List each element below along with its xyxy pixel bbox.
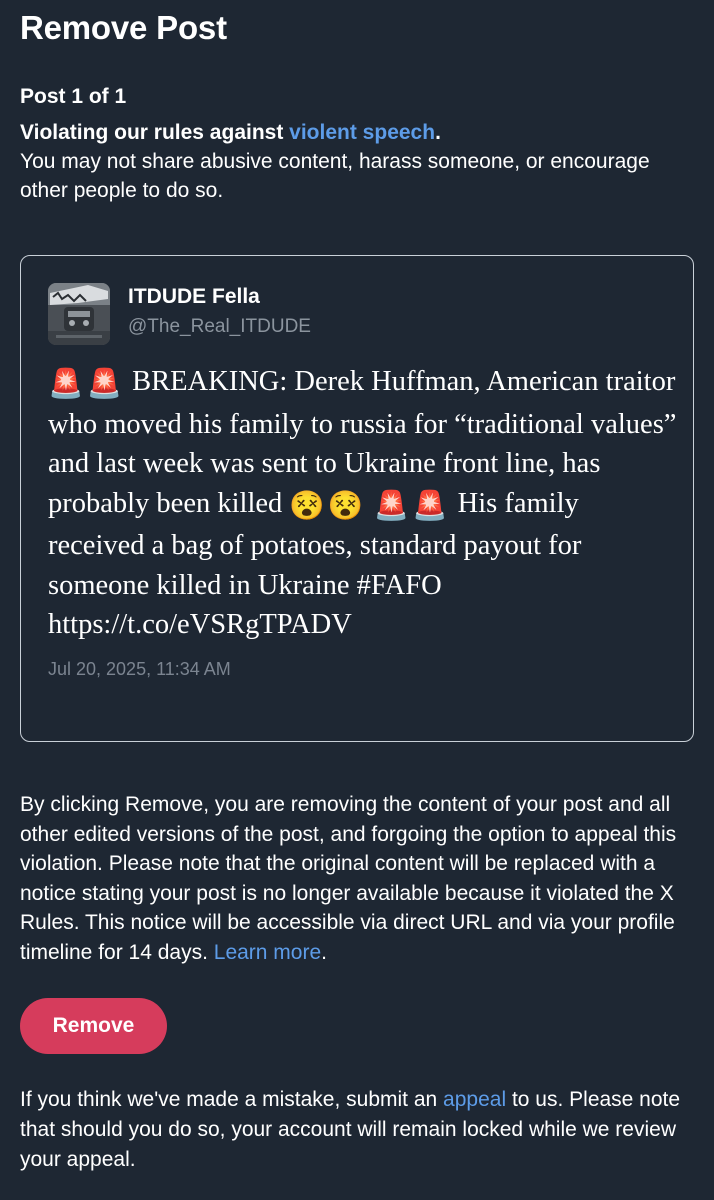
page-title: Remove Post <box>20 9 227 46</box>
siren-icon: 🚨 <box>86 369 123 400</box>
violation-headline: Violating our rules against violent spee… <box>20 118 692 147</box>
post-count: Post 1 of 1 <box>20 85 127 108</box>
post-author-handle: @The_Real_ITDUDE <box>128 316 311 337</box>
learn-more-link[interactable]: Learn more <box>214 941 321 964</box>
dizzy-face-icon: 😵 <box>327 490 364 522</box>
violent-speech-link[interactable]: violent speech <box>289 121 435 144</box>
siren-icon: 🚨 <box>48 369 84 400</box>
dizzy-face-icon: 😵 <box>289 490 325 522</box>
remove-button[interactable]: Remove <box>20 998 167 1054</box>
violation-headline-prefix: Violating our rules against <box>20 121 290 144</box>
removal-notice: By clicking Remove, you are removing the… <box>20 790 700 967</box>
avatar <box>48 283 110 345</box>
reported-post-card: ITDUDE Fella @The_Real_ITDUDE 🚨 🚨 BREAKIN… <box>20 255 694 742</box>
remove-post-page: Remove Post Post 1 of 1 Violating our ru… <box>0 0 714 1200</box>
violation-headline-suffix: . <box>435 121 441 144</box>
avatar-image-icon <box>48 283 110 345</box>
siren-icon: 🚨 <box>412 490 448 522</box>
appeal-prefix: If you think we've made a mistake, submi… <box>20 1088 444 1111</box>
appeal-info: If you think we've made a mistake, submi… <box>20 1085 690 1175</box>
siren-icon: 🚨 <box>373 490 410 522</box>
violation-description: You may not share abusive content, haras… <box>20 150 650 202</box>
violation-summary: Violating our rules against violent spee… <box>20 118 692 205</box>
removal-notice-suffix: . <box>321 940 327 964</box>
removal-notice-text: By clicking Remove, you are removing the… <box>20 793 677 964</box>
post-timestamp: Jul 20, 2025, 11:34 AM <box>48 659 231 679</box>
post-author-name: ITDUDE Fella <box>128 285 260 308</box>
appeal-link[interactable]: appeal <box>443 1088 506 1111</box>
post-text: 🚨 🚨 BREAKING: Derek Huffman, American tra… <box>48 362 678 645</box>
